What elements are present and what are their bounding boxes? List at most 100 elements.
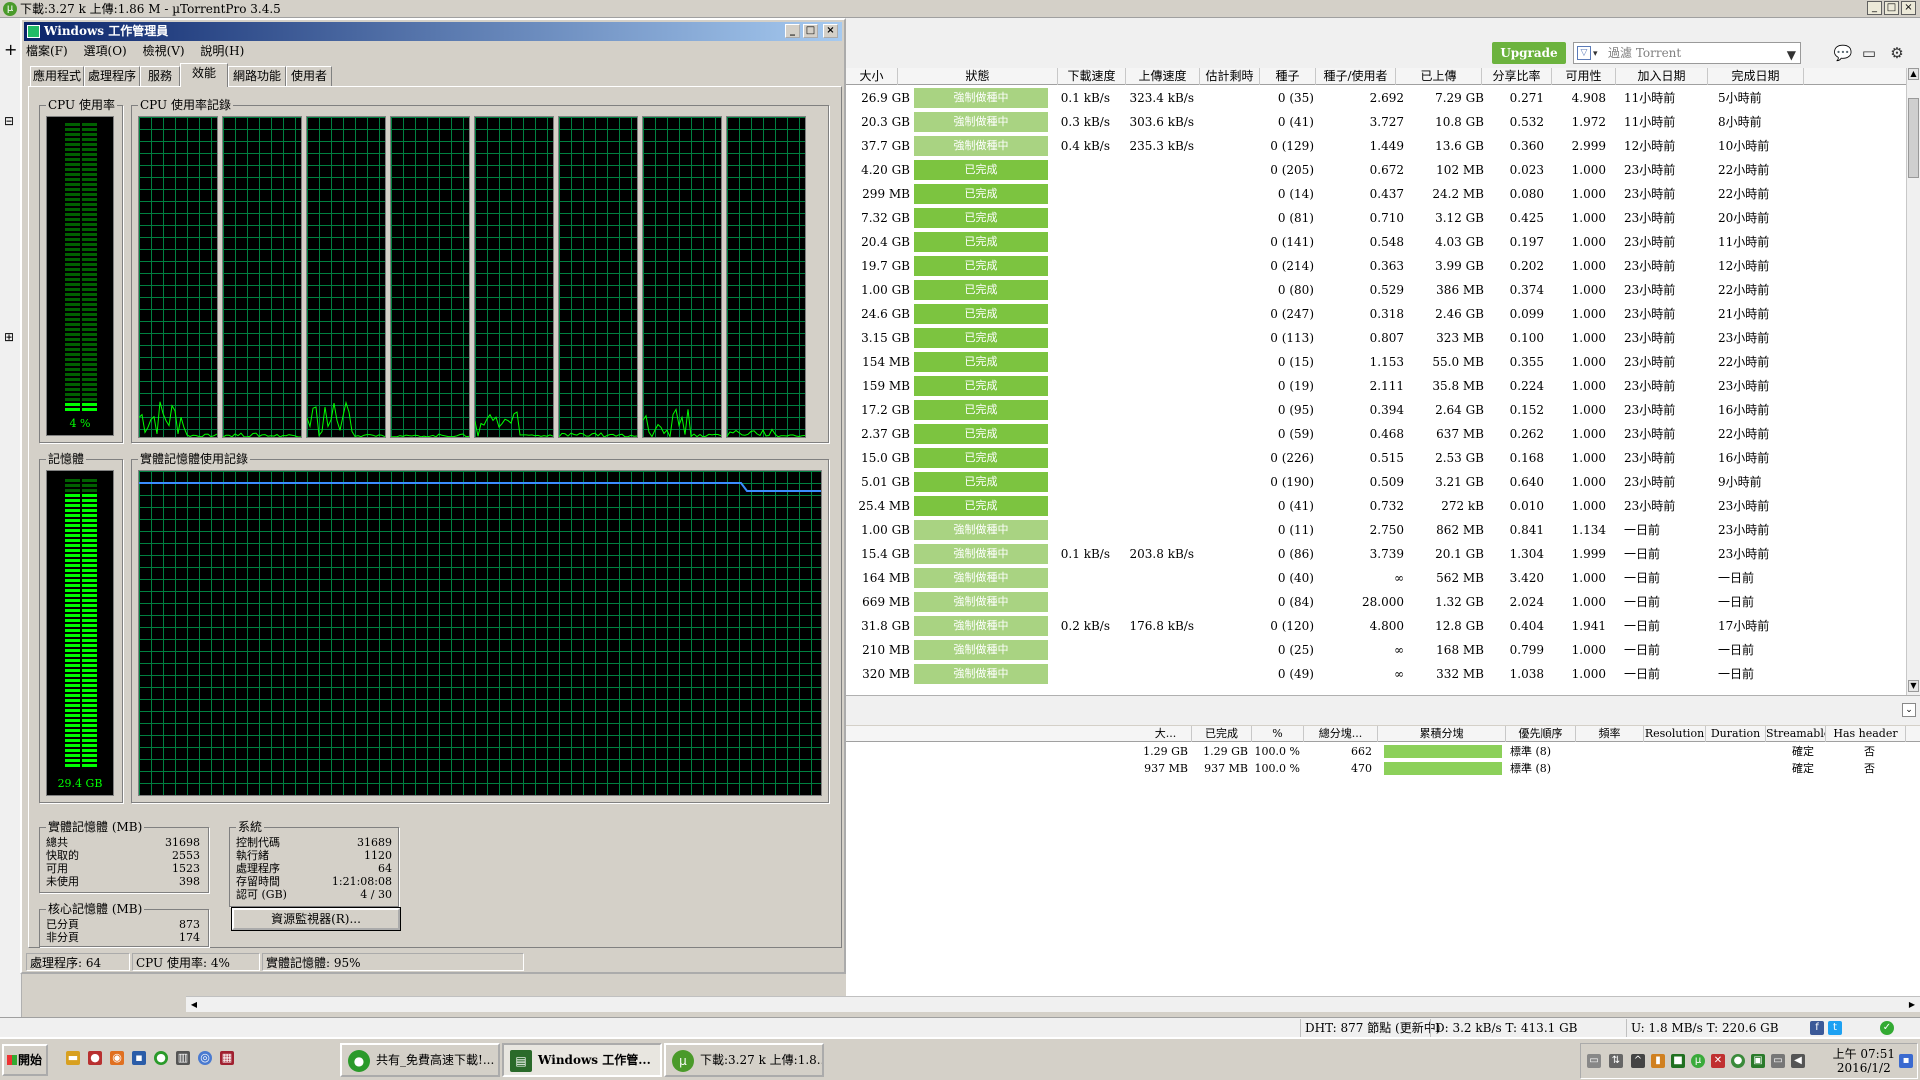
chrome-icon[interactable]: ● — [154, 1051, 168, 1065]
filter-torrent-input[interactable]: ▽ ▾ 過濾 Torrent ▼ — [1573, 42, 1801, 64]
tool-icon[interactable]: ✕ — [1711, 1054, 1725, 1068]
torrent-row[interactable]: 20.4 GB 已完成 0 (141) 0.548 4.03 GB 0.197 1.000 2… — [846, 230, 1906, 254]
column-header[interactable]: 種子/使用者 — [1316, 68, 1396, 85]
tab-users[interactable]: 使用者 — [286, 66, 332, 86]
funnel-icon[interactable]: ▼ — [1787, 45, 1796, 65]
window-icon[interactable]: ▥ — [176, 1051, 190, 1065]
torrent-list-scrollbar[interactable]: ▲ ▼ — [1906, 68, 1920, 695]
torrent-row[interactable]: 19.7 GB 已完成 0 (214) 0.363 3.99 GB 0.202 1.000 2… — [846, 254, 1906, 278]
column-header[interactable]: 加入日期 — [1616, 68, 1708, 85]
taskbar-button-taskmgr[interactable]: ▤ Windows 工作管... — [502, 1043, 662, 1077]
torrent-row[interactable]: 26.9 GB 強制做種中 0.1 kB/s 323.4 kB/s 0 (35) 2.69… — [846, 86, 1906, 110]
torrent-row[interactable]: 15.0 GB 已完成 0 (226) 0.515 2.53 GB 0.168 1.000 2… — [846, 446, 1906, 470]
chat-tray-icon[interactable]: ▣ — [1751, 1054, 1765, 1068]
line-icon[interactable]: ● — [1731, 1054, 1745, 1068]
tab-services[interactable]: 服務 — [140, 66, 180, 86]
torrent-row[interactable]: 210 MB 強制做種中 0 (25) ∞ 168 MB 0.799 1.000 一日前 一日前 — [846, 638, 1906, 662]
chevron-double-down-icon[interactable]: ⌄ — [1902, 703, 1916, 717]
file-column-header[interactable]: 總分塊... — [1304, 726, 1378, 742]
torrent-row[interactable]: 3.15 GB 已完成 0 (113) 0.807 323 MB 0.100 1.000 23… — [846, 326, 1906, 350]
upgrade-button[interactable]: Upgrade — [1492, 42, 1566, 64]
file-row[interactable]: 1.29 GB 1.29 GB 100.0 % 662 標準 (8) 確定 否 — [846, 743, 1920, 760]
app-icon[interactable]: ● — [88, 1051, 102, 1065]
gear-icon[interactable]: ⚙ — [1886, 44, 1908, 64]
tab-processes[interactable]: 處理程序 — [84, 66, 140, 86]
column-header[interactable]: 已上傳 — [1396, 68, 1482, 85]
taskbar-button-chrome[interactable]: ● 共有_免費高速下載!... — [340, 1043, 500, 1077]
torrent-row[interactable]: 24.6 GB 已完成 0 (247) 0.318 2.46 GB 0.099 1.000 2… — [846, 302, 1906, 326]
torrent-row[interactable]: 669 MB 強制做種中 0 (84) 28.000 1.32 GB 2.024 1.000… — [846, 590, 1906, 614]
file-column-header[interactable]: Resolution — [1644, 726, 1706, 742]
add-icon[interactable]: + — [4, 40, 17, 59]
file-column-header[interactable]: 頻率 — [1576, 726, 1644, 742]
utorrent-tray-icon[interactable]: µ — [1691, 1054, 1705, 1068]
filter-type-icon[interactable]: ▽ — [1577, 46, 1591, 60]
facebook-icon[interactable]: f — [1810, 1021, 1824, 1035]
globe-icon[interactable]: ◎ — [198, 1051, 212, 1065]
bars-icon[interactable]: ▮ — [1651, 1054, 1665, 1068]
taskbar-button-utorrent[interactable]: µ 下載:3.27 k 上傳:1.8... — [664, 1043, 824, 1077]
resource-monitor-button[interactable]: 資源監視器(R)... — [231, 907, 401, 931]
close-button[interactable]: × — [1901, 1, 1916, 15]
scroll-left-icon[interactable]: ◀ — [188, 999, 200, 1011]
torrent-row[interactable]: 164 MB 強制做種中 0 (40) ∞ 562 MB 3.420 1.000 一日前 一日前 — [846, 566, 1906, 590]
file-column-header[interactable]: Streamable — [1766, 726, 1826, 742]
torrent-row[interactable]: 154 MB 已完成 0 (15) 1.153 55.0 MB 0.355 1.000 23小… — [846, 350, 1906, 374]
close-button[interactable]: × — [823, 24, 838, 38]
network-icon[interactable]: ⇅ — [1609, 1054, 1623, 1068]
torrent-row[interactable]: 37.7 GB 強制做種中 0.4 kB/s 235.3 kB/s 0 (129) 1.4… — [846, 134, 1906, 158]
folder-icon[interactable]: ▬ — [66, 1051, 80, 1065]
minimize-button[interactable]: _ — [1867, 1, 1882, 15]
expand-tray-icon[interactable]: ^ — [1631, 1054, 1645, 1068]
media-icon[interactable]: ▦ — [220, 1051, 234, 1065]
tab-networking[interactable]: 網路功能 — [228, 66, 286, 86]
torrent-row[interactable]: 17.2 GB 已完成 0 (95) 0.394 2.64 GB 0.152 1.000 23… — [846, 398, 1906, 422]
twitter-icon[interactable]: t — [1828, 1021, 1842, 1035]
tab-performance[interactable]: 效能 — [180, 63, 228, 87]
column-header[interactable]: 下載速度 — [1058, 68, 1126, 85]
desktop-icon[interactable]: ▪ — [132, 1051, 146, 1065]
file-column-header[interactable]: Has header — [1826, 726, 1906, 742]
torrent-row[interactable]: 7.32 GB 已完成 0 (81) 0.710 3.12 GB 0.425 1.000 23… — [846, 206, 1906, 230]
start-button[interactable]: 開始 — [2, 1044, 48, 1076]
torrent-row[interactable]: 299 MB 已完成 0 (14) 0.437 24.2 MB 0.080 1.000 23小… — [846, 182, 1906, 206]
torrent-row[interactable]: 4.20 GB 已完成 0 (205) 0.672 102 MB 0.023 1.000 23… — [846, 158, 1906, 182]
column-header[interactable]: 狀態 — [898, 68, 1058, 85]
remote-icon[interactable]: ▭ — [1858, 44, 1880, 64]
torrent-row[interactable]: 159 MB 已完成 0 (19) 2.111 35.8 MB 0.224 1.000 23小… — [846, 374, 1906, 398]
column-header[interactable]: 種子 — [1260, 68, 1316, 85]
torrent-row[interactable]: 2.37 GB 已完成 0 (59) 0.468 637 MB 0.262 1.000 23小… — [846, 422, 1906, 446]
scroll-thumb[interactable] — [1908, 98, 1919, 178]
rss-icon[interactable]: ◉ — [110, 1051, 124, 1065]
clock[interactable]: 上午 07:51 2016/1/2 — [1833, 1047, 1895, 1075]
file-column-header[interactable]: 優先順序 — [1506, 726, 1576, 742]
show-desktop-icon[interactable]: ▪ — [1899, 1054, 1913, 1068]
minimize-button[interactable]: _ — [785, 24, 800, 38]
maximize-button[interactable]: □ — [1884, 1, 1899, 15]
horizontal-scrollbar[interactable]: ◀ ▶ — [186, 996, 1920, 1012]
scroll-up-icon[interactable]: ▲ — [1908, 68, 1919, 80]
column-header[interactable]: 分享比率 — [1482, 68, 1552, 85]
file-column-header[interactable]: 已完成 — [1192, 726, 1252, 742]
torrent-row[interactable]: 320 MB 強制做種中 0 (49) ∞ 332 MB 1.038 1.000 一日前 一日前 — [846, 662, 1906, 686]
torrent-row[interactable]: 31.8 GB 強制做種中 0.2 kB/s 176.8 kB/s 0 (120) 4.8… — [846, 614, 1906, 638]
file-column-header[interactable]: 累積分塊 — [1378, 726, 1506, 742]
file-column-header[interactable]: Duration — [1706, 726, 1766, 742]
torrent-row[interactable]: 25.4 MB 已完成 0 (41) 0.732 272 kB 0.010 1.000 23小… — [846, 494, 1906, 518]
maximize-button[interactable]: □ — [803, 24, 818, 38]
expand-icon[interactable]: ⊞ — [4, 330, 14, 344]
chat-icon[interactable]: 💬 — [1832, 44, 1854, 64]
torrent-row[interactable]: 5.01 GB 已完成 0 (190) 0.509 3.21 GB 0.640 1.000 2… — [846, 470, 1906, 494]
printer-icon[interactable]: ▭ — [1587, 1054, 1601, 1068]
chevron-down-icon[interactable]: ▾ — [1593, 44, 1598, 64]
column-header[interactable]: 估計剩時 — [1200, 68, 1260, 85]
volume-icon[interactable]: ◀ — [1791, 1054, 1805, 1068]
menu-help[interactable]: 說明(H) — [200, 44, 244, 58]
file-row[interactable]: 937 MB 937 MB 100.0 % 470 標準 (8) 確定 否 — [846, 760, 1920, 777]
display-icon[interactable]: ▭ — [1771, 1054, 1785, 1068]
tab-applications[interactable]: 應用程式 — [30, 66, 84, 86]
column-header[interactable]: 完成日期 — [1708, 68, 1804, 85]
column-header[interactable]: 大小 — [846, 68, 898, 85]
column-header[interactable]: 上傳速度 — [1126, 68, 1200, 85]
menu-file[interactable]: 檔案(F) — [26, 44, 68, 58]
